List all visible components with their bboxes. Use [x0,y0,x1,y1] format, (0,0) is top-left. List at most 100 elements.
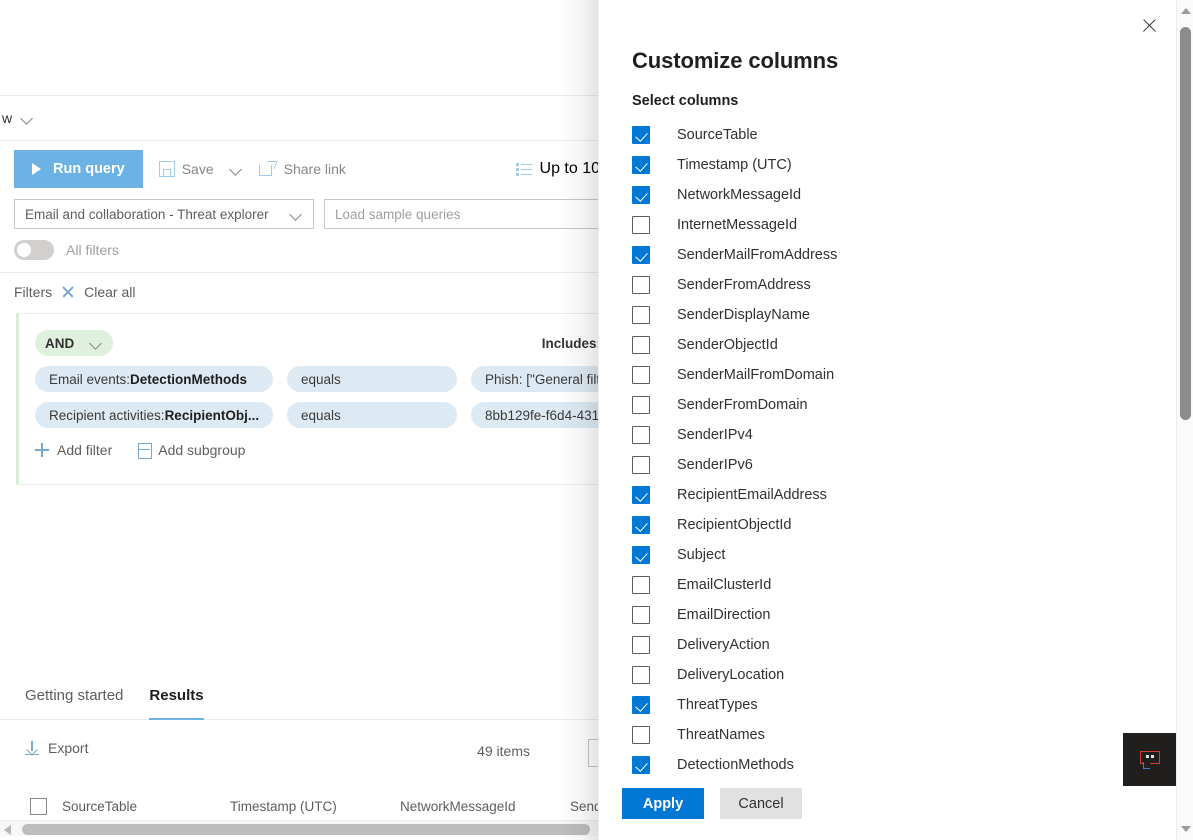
checkbox[interactable] [632,426,650,444]
save-chevron-down-icon[interactable] [229,162,243,176]
column-option-senderfromdomain[interactable]: SenderFromDomain [632,390,1152,420]
feedback-button[interactable] [1123,733,1176,786]
apply-button[interactable]: Apply [622,788,704,819]
filter-operator-dropdown[interactable]: AND [35,330,113,356]
checkbox[interactable] [632,516,650,534]
column-option-deliveryaction[interactable]: DeliveryAction [632,630,1152,660]
checkbox[interactable] [632,606,650,624]
column-option-label: ThreatNames [677,727,765,743]
results-horizontal-scrollbar[interactable] [0,820,600,836]
checkbox[interactable] [632,546,650,564]
checkbox[interactable] [632,396,650,414]
filter-field-name: RecipientObj... [165,408,260,423]
column-option-senderobjectid[interactable]: SenderObjectId [632,330,1152,360]
run-query-button[interactable]: Run query [14,150,143,188]
checkbox[interactable] [632,276,650,294]
column-option-label: EmailDirection [677,607,770,623]
column-option-senderipv6[interactable]: SenderIPv6 [632,450,1152,480]
checkbox[interactable] [632,456,650,474]
column-option-subject[interactable]: Subject [632,540,1152,570]
column-option-internetmessageid[interactable]: InternetMessageId [632,210,1152,240]
filter-field-pill[interactable]: Recipient activities: RecipientObj... [35,402,273,428]
chevron-down-icon[interactable] [20,111,34,125]
column-option-senderfromaddress[interactable]: SenderFromAddress [632,270,1152,300]
filter-group: AND Includes: Email events: DetectionMet… [16,313,600,485]
column-option-label: SenderIPv6 [677,457,753,473]
vertical-scroll-thumb[interactable] [1180,27,1191,420]
share-link-button[interactable]: Share link [259,161,346,177]
column-header-timestamp[interactable]: Timestamp (UTC) [230,799,337,814]
scroll-left-arrow-icon[interactable] [4,825,11,835]
column-option-emailclusterid[interactable]: EmailClusterId [632,570,1152,600]
column-header-sourcetable[interactable]: SourceTable [62,799,137,814]
column-option-recipientemailaddress[interactable]: RecipientEmailAddress [632,480,1152,510]
checkbox[interactable] [632,156,650,174]
checkbox[interactable] [632,486,650,504]
checkbox[interactable] [632,726,650,744]
column-option-label: Subject [677,547,725,563]
checkbox[interactable] [632,336,650,354]
query-selectors-row: Email and collaboration - Threat explore… [14,199,600,229]
scroll-up-arrow-icon[interactable] [1181,8,1191,14]
add-subgroup-button[interactable]: Add subgroup [134,442,245,458]
column-option-networkmessageid[interactable]: NetworkMessageId [632,180,1152,210]
checkbox[interactable] [632,246,650,264]
filter-value-pill[interactable]: 8bb129fe-f6d4-431f-8 [471,402,600,428]
save-button[interactable]: Save [159,161,243,177]
checkbox[interactable] [632,696,650,714]
select-columns-label: Select columns [632,93,738,109]
sample-queries-input[interactable]: Load sample queries [324,199,600,229]
schema-chevron-down-icon [289,207,303,221]
checkbox[interactable] [632,186,650,204]
scroll-down-arrow-icon[interactable] [1181,826,1191,832]
column-option-emaildirection[interactable]: EmailDirection [632,600,1152,630]
column-option-sendermailfromaddress[interactable]: SenderMailFromAddress [632,240,1152,270]
checkbox[interactable] [632,366,650,384]
checkbox[interactable] [632,636,650,654]
select-all-checkbox[interactable] [30,798,47,815]
cancel-button[interactable]: Cancel [720,788,802,819]
filter-operator-pill[interactable]: equals [287,366,457,392]
column-option-threattypes[interactable]: ThreatTypes [632,690,1152,720]
column-option-label: EmailClusterId [677,577,771,593]
column-option-timestamp-utc[interactable]: Timestamp (UTC) [632,150,1152,180]
operator-chevron-down-icon [89,336,103,350]
checkbox[interactable] [632,756,650,774]
column-option-senderipv4[interactable]: SenderIPv4 [632,420,1152,450]
filter-field-pill[interactable]: Email events: DetectionMethods [35,366,273,392]
all-filters-toggle[interactable] [14,240,54,260]
column-header-networkmessageid[interactable]: NetworkMessageId [400,799,516,814]
app-root: w Run query Save Share link Up to 10 [0,0,1193,840]
checkbox[interactable] [632,576,650,594]
column-option-sendermailfromdomain[interactable]: SenderMailFromDomain [632,360,1152,390]
sample-queries-placeholder: Load sample queries [335,207,460,222]
tab-getting-started[interactable]: Getting started [25,672,123,720]
export-button[interactable]: Export [25,740,88,756]
column-option-recipientobjectid[interactable]: RecipientObjectId [632,510,1152,540]
page-header-area [0,0,600,96]
tab-results[interactable]: Results [149,672,203,720]
checkbox[interactable] [632,216,650,234]
checkbox[interactable] [632,306,650,324]
checkbox[interactable] [632,126,650,144]
schema-dropdown[interactable]: Email and collaboration - Threat explore… [14,199,314,229]
column-header-sender[interactable]: Send [570,799,600,814]
add-filter-button[interactable]: Add filter [35,442,112,458]
filter-value-pill[interactable]: Phish: ["General filter" [471,366,600,392]
column-option-detectionmethods[interactable]: DetectionMethods [632,750,1152,780]
clear-all-icon[interactable] [61,285,75,299]
column-option-sourcetable[interactable]: SourceTable [632,120,1152,150]
filter-operator-pill[interactable]: equals [287,402,457,428]
checkbox[interactable] [632,666,650,684]
column-option-deliverylocation[interactable]: DeliveryLocation [632,660,1152,690]
all-filters-toggle-row[interactable]: All filters [14,240,119,260]
column-option-label: DeliveryAction [677,637,770,653]
feedback-speech-bubble-icon [1140,751,1160,768]
results-limit-button[interactable]: Up to 10 [516,141,600,197]
column-option-threatnames[interactable]: ThreatNames [632,720,1152,750]
clear-all-label[interactable]: Clear all [84,284,135,300]
close-icon[interactable] [1135,12,1163,40]
page-vertical-scrollbar[interactable] [1176,0,1193,840]
horizontal-scroll-thumb[interactable] [22,824,590,835]
column-option-senderdisplayname[interactable]: SenderDisplayName [632,300,1152,330]
